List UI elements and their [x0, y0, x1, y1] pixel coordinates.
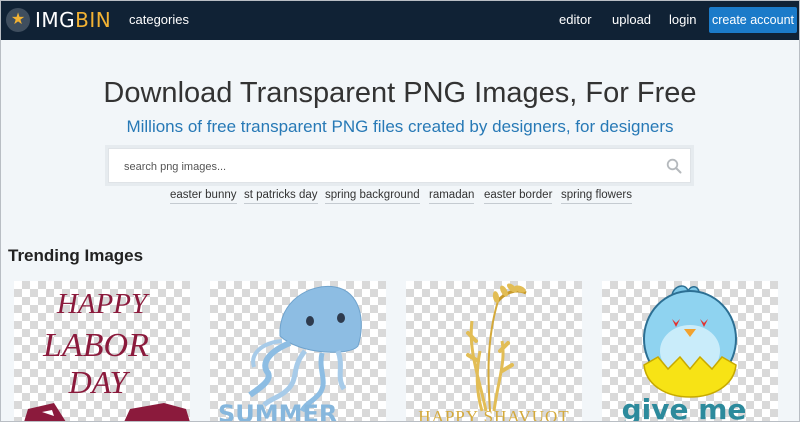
- search-icon[interactable]: [666, 158, 682, 174]
- card-image: SUMMER: [218, 285, 362, 422]
- trending-heading: Trending Images: [8, 246, 144, 265]
- image-card[interactable]: give me: [602, 281, 778, 422]
- tag-link[interactable]: ramadan: [429, 189, 475, 204]
- nav-upload-link[interactable]: upload: [612, 12, 651, 27]
- page-title: Download Transparent PNG Images, For Fre…: [103, 77, 697, 109]
- tag-link[interactable]: spring flowers: [561, 189, 632, 204]
- logo-text: IMGBIN: [35, 8, 111, 32]
- card-image: give me: [622, 285, 747, 422]
- card-text-line: DAY: [68, 364, 131, 400]
- star-icon: ★: [6, 8, 30, 32]
- card-image: HAPPY SHAVUOT: [418, 283, 569, 422]
- card-text: SUMMER: [218, 400, 337, 422]
- create-account-button[interactable]: create account: [709, 7, 797, 33]
- logo-text-img: IMG: [35, 8, 76, 32]
- tag-link[interactable]: easter bunny: [170, 189, 237, 204]
- card-text: give me: [622, 393, 747, 422]
- image-card[interactable]: HAPPY SHAVUOT: [406, 281, 582, 422]
- top-navbar: ★ IMGBIN categories editor upload login …: [0, 0, 800, 40]
- logo-text-bin: BIN: [75, 8, 112, 32]
- nav-login-link[interactable]: login: [669, 12, 696, 27]
- popular-tags: easter bunny st patricks day spring back…: [0, 189, 800, 209]
- card-text: HAPPY SHAVUOT: [418, 407, 569, 422]
- tag-link[interactable]: spring background: [325, 189, 420, 204]
- tag-link[interactable]: st patricks day: [244, 189, 318, 204]
- nav-editor-link[interactable]: editor: [559, 12, 592, 27]
- image-card[interactable]: SUMMER: [210, 281, 386, 422]
- card-text-line: HAPPY: [56, 288, 150, 320]
- tag-link[interactable]: easter border: [484, 189, 553, 204]
- card-image: HAPPY LABOR DAY: [24, 288, 190, 422]
- logo[interactable]: ★ IMGBIN: [6, 6, 111, 34]
- page-subtitle: Millions of free transparent PNG files c…: [126, 117, 674, 136]
- search-input[interactable]: [109, 149, 666, 184]
- search-box: [108, 148, 691, 184]
- card-text-line: LABOR: [42, 327, 149, 364]
- nav-categories-link[interactable]: categories: [129, 12, 189, 27]
- image-card[interactable]: HAPPY LABOR DAY: [14, 281, 190, 422]
